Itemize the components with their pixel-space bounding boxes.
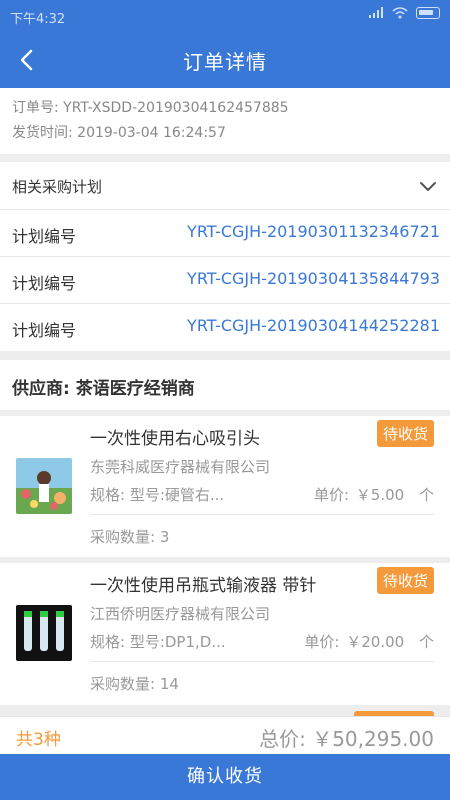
product-quantity: 采购数量: 3 (90, 528, 170, 546)
price-value: ￥20.00 (346, 633, 405, 651)
item-count: 共3种 (16, 730, 61, 750)
purchase-plans-title: 相关采购计划 (12, 178, 103, 196)
product-card[interactable]: 一次性使用吊瓶式输液器 带针 待收货 江西侨明医疗器械有限公司 规格: 型号:D… (0, 563, 450, 705)
order-summary: 共3种 总价: ￥50,295.00 (0, 716, 450, 754)
price-label: 单价: (304, 633, 340, 651)
product-name: 一次性使用吊瓶式输液器 带针 (90, 576, 317, 596)
status-badge: 待收货 (376, 567, 434, 594)
signal-icon (369, 7, 383, 18)
product-image (16, 605, 72, 661)
price-value: ￥5.00 (355, 486, 405, 504)
product-company: 江西侨明医疗器械有限公司 (90, 605, 271, 623)
product-price: 单价: ￥20.00 个 (304, 631, 434, 652)
plan-number-link[interactable]: YRT-CGJH-20190304144252281 (187, 316, 440, 335)
wifi-icon (392, 7, 408, 19)
plan-number-link[interactable]: YRT-CGJH-20190304135844793 (187, 269, 440, 288)
plan-number-link[interactable]: YRT-CGJH-20190301132346721 (187, 222, 440, 241)
divider (90, 514, 434, 515)
order-number: 订单号: YRT-XSDD-20190304162457885 (12, 100, 289, 116)
plan-key: 计划编号 (12, 321, 77, 340)
total-price: 总价: ￥50,295.00 (259, 727, 434, 751)
status-badge: 待收货 (376, 420, 434, 447)
purchase-plans-header[interactable]: 相关采购计划 (0, 162, 450, 210)
nav-bar: 订单详情 (0, 32, 450, 88)
ship-time: 发货时间: 2019-03-04 16:24:57 (12, 125, 226, 141)
purchase-plans: 相关采购计划 计划编号 YRT-CGJH-20190301132346721 计… (0, 162, 450, 351)
plan-row[interactable]: 计划编号 YRT-CGJH-20190301132346721 (0, 210, 450, 257)
price-label: 单价: (313, 486, 350, 504)
product-spec: 规格: 型号:硬管右... (90, 486, 225, 504)
product-company: 东莞科威医疗器械有限公司 (90, 458, 271, 476)
product-name: 一次性使用右心吸引头 (90, 429, 260, 449)
battery-icon (416, 7, 440, 19)
product-card[interactable]: 一次性使用右心吸引头 待收货 东莞科威医疗器械有限公司 规格: 型号:硬管右..… (0, 416, 450, 557)
page-title: 订单详情 (183, 50, 267, 74)
product-quantity: 采购数量: 14 (90, 675, 179, 693)
plan-row[interactable]: 计划编号 YRT-CGJH-20190304135844793 (0, 257, 450, 304)
divider (90, 661, 434, 662)
confirm-receipt-button[interactable]: 确认收货 (0, 754, 450, 800)
plan-key: 计划编号 (12, 227, 77, 246)
chevron-down-icon[interactable] (418, 176, 438, 196)
status-icons (368, 7, 440, 19)
status-time: 下午4:32 (10, 12, 66, 27)
status-bar: 下午4:32 (0, 0, 450, 32)
product-image (16, 458, 72, 514)
price-unit: 个 (418, 486, 434, 504)
product-spec: 规格: 型号:DP1,D... (90, 633, 226, 651)
plan-key: 计划编号 (12, 274, 77, 293)
order-info: 订单号: YRT-XSDD-20190304162457885 发货时间: 20… (0, 88, 450, 154)
product-price: 单价: ￥5.00 个 (314, 484, 434, 505)
plan-row[interactable]: 计划编号 YRT-CGJH-20190304144252281 (0, 304, 450, 351)
price-unit: 个 (418, 633, 434, 651)
supplier-name: 供应商: 茶语医疗经销商 (0, 360, 450, 410)
